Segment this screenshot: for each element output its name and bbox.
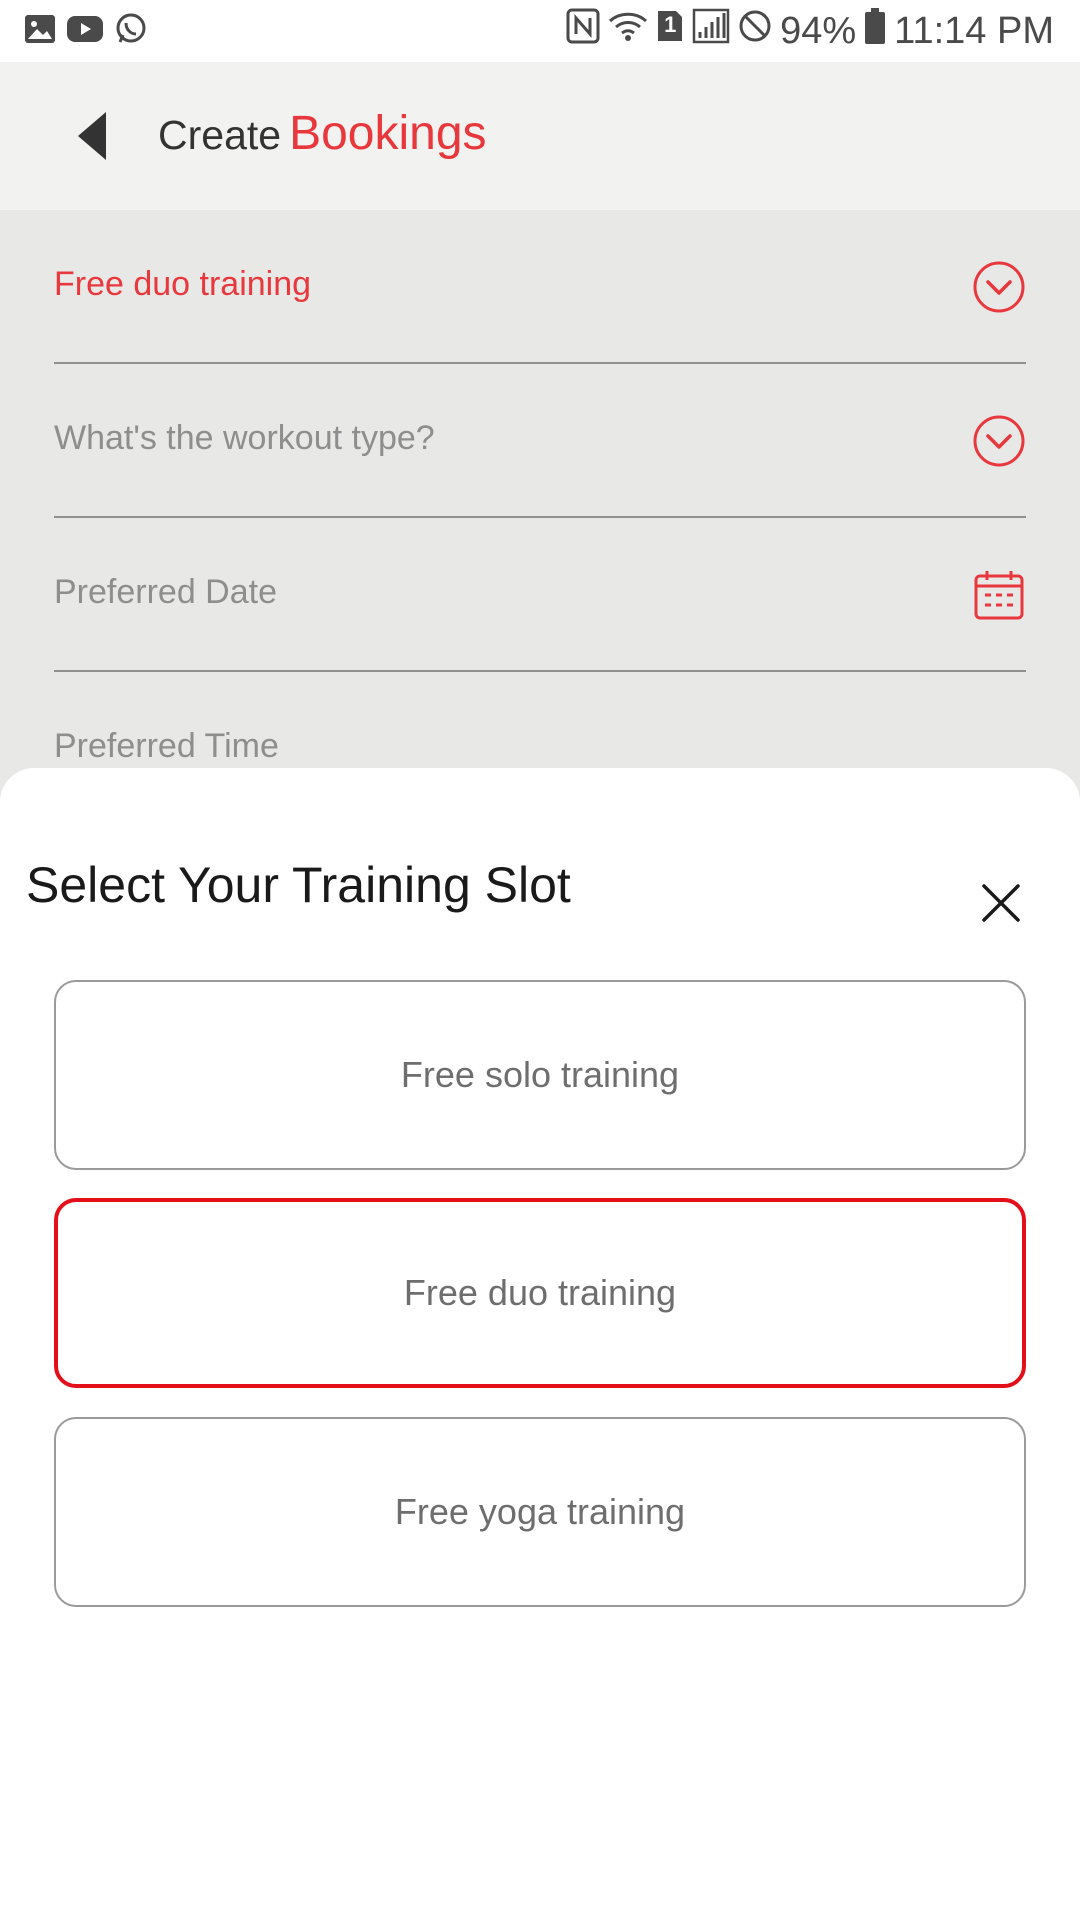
nfc-icon: [566, 8, 600, 54]
close-button[interactable]: [976, 878, 1026, 928]
workout-type-placeholder: What's the workout type?: [54, 419, 435, 457]
battery-percent: 94%: [780, 9, 857, 52]
close-icon: [982, 884, 1020, 922]
sim-icon: 1: [656, 9, 684, 53]
status-left-icons: [24, 12, 148, 51]
image-icon: [24, 14, 56, 49]
chevron-down-circle-icon[interactable]: [972, 414, 1026, 468]
youtube-icon: [66, 14, 104, 49]
do-not-disturb-icon: [738, 9, 772, 53]
option-free-solo-training[interactable]: Free solo training: [54, 980, 1026, 1170]
wifi-icon: [608, 9, 648, 53]
preferred-date-field[interactable]: Preferred Date: [54, 518, 1026, 672]
workout-type-field[interactable]: What's the workout type?: [54, 364, 1026, 518]
page-title-prefix: Create: [158, 112, 282, 158]
option-free-duo-training[interactable]: Free duo training: [54, 1198, 1026, 1388]
status-right-icons: 1 94% 11:14 PM: [566, 8, 1054, 54]
back-button[interactable]: [70, 108, 122, 164]
chevron-down-circle-icon[interactable]: [972, 260, 1026, 314]
training-select-field[interactable]: Free duo training: [54, 210, 1026, 364]
clock: 11:14 PM: [894, 9, 1054, 52]
app-header: Create Bookings: [0, 62, 1080, 210]
page-title: Create Bookings: [158, 106, 487, 161]
training-select-value: Free duo training: [54, 265, 312, 303]
training-slot-sheet: Select Your Training Slot Free solo trai…: [0, 768, 1080, 1920]
calendar-icon[interactable]: [972, 568, 1026, 622]
whatsapp-icon: [114, 12, 148, 51]
back-arrow-icon: [78, 112, 106, 160]
battery-icon: [864, 8, 886, 54]
page-title-accent: Bookings: [289, 107, 487, 160]
sim-number: 1: [664, 12, 677, 37]
sheet-title: Select Your Training Slot: [26, 857, 571, 913]
preferred-date-placeholder: Preferred Date: [54, 573, 277, 611]
option-free-yoga-training[interactable]: Free yoga training: [54, 1417, 1026, 1607]
signal-icon: [692, 8, 730, 54]
status-bar: 1 94% 11:14 PM: [0, 0, 1080, 62]
preferred-time-placeholder: Preferred Time: [54, 727, 279, 765]
